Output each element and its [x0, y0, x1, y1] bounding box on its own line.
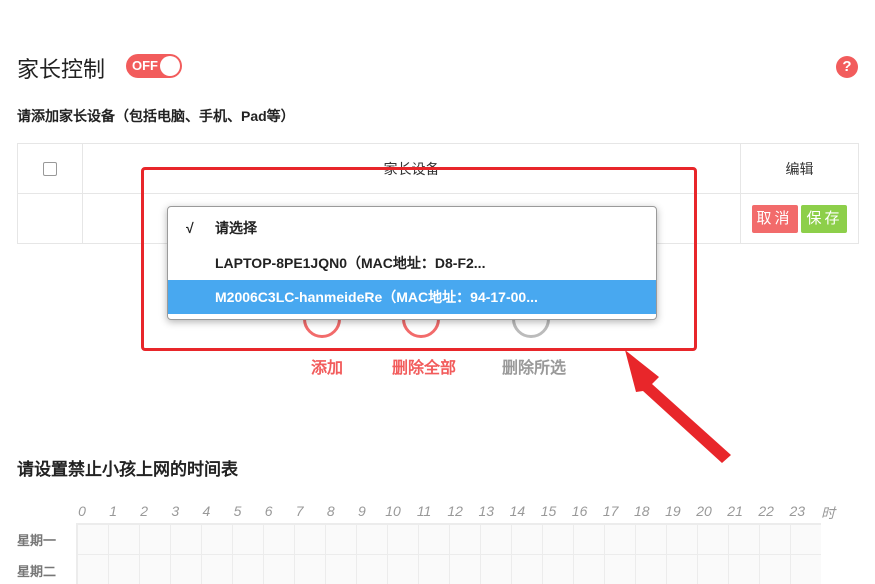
row-edit-cell: 取消 保存: [740, 193, 859, 244]
schedule-grid[interactable]: [76, 523, 821, 584]
hour-label: 15: [540, 503, 557, 519]
toggle-knob: [160, 56, 180, 76]
delete-selected-label[interactable]: 删除所选: [502, 354, 566, 378]
hour-label: 20: [696, 503, 712, 519]
hour-label: 1: [109, 503, 117, 519]
option-label: M2006C3LC-hanmeideRe（MAC地址：94-17-00...: [215, 289, 538, 305]
hour-label: 23: [789, 503, 806, 519]
device-dropdown-list[interactable]: √ 请选择 LAPTOP-8PE1JQN0（MAC地址：D8-F2... M20…: [167, 206, 657, 320]
page-title: 家长控制: [17, 57, 106, 82]
hour-label: 4: [202, 503, 211, 519]
option-label: 请选择: [215, 220, 257, 236]
device-section-subtitle: 请添加家长设备（包括电脑、手机、Pad等）: [17, 108, 295, 124]
schedule-title: 请设置禁止小孩上网的时间表: [17, 460, 238, 479]
hour-label: 6: [264, 503, 273, 519]
hour-label: 8: [326, 503, 335, 519]
row-checkbox-cell: [17, 193, 83, 244]
hour-label: 0: [78, 503, 86, 519]
dropdown-option-laptop[interactable]: LAPTOP-8PE1JQN0（MAC地址：D8-F2...: [168, 246, 656, 280]
hour-label: 19: [665, 503, 681, 519]
hour-label: 3: [171, 503, 180, 519]
add-label[interactable]: 添加: [311, 354, 343, 378]
hour-label: 22: [758, 503, 774, 519]
cancel-button[interactable]: 取消: [751, 204, 798, 233]
annotation-arrow-icon: [625, 350, 731, 463]
hour-label: 18: [634, 503, 650, 519]
hour-label: 10: [385, 503, 401, 519]
hour-label: 12: [447, 503, 463, 519]
day-label-tuesday: 星期二: [17, 564, 57, 579]
hour-label: 17: [602, 503, 619, 519]
dropdown-option-placeholder[interactable]: √ 请选择: [168, 211, 656, 245]
toggle-label: OFF: [132, 58, 158, 73]
hour-label: 11: [416, 503, 432, 519]
option-label: LAPTOP-8PE1JQN0（MAC地址：D8-F2...: [215, 255, 486, 271]
hour-label: 9: [357, 503, 366, 519]
header-checkbox-cell: [17, 143, 83, 194]
checkmark-icon: √: [186, 220, 194, 236]
hour-label: 13: [478, 503, 495, 519]
dropdown-option-phone[interactable]: M2006C3LC-hanmeideRe（MAC地址：94-17-00...: [168, 280, 656, 314]
parental-control-toggle[interactable]: OFF: [126, 54, 182, 78]
hour-label: 16: [571, 503, 588, 519]
delete-all-label[interactable]: 删除全部: [392, 354, 456, 378]
column-header-edit: 编辑: [740, 143, 859, 194]
save-button[interactable]: 保存: [801, 204, 848, 233]
select-all-checkbox[interactable]: [43, 161, 57, 176]
hour-label: 7: [295, 503, 304, 519]
hour-label: 5: [233, 503, 242, 519]
day-label-monday: 星期一: [17, 533, 57, 548]
hour-label: 14: [509, 503, 526, 519]
help-icon[interactable]: ?: [836, 56, 858, 78]
hour-label: 2: [140, 503, 149, 519]
hour-label: 21: [727, 503, 743, 519]
hour-unit-label: 时: [821, 505, 835, 521]
